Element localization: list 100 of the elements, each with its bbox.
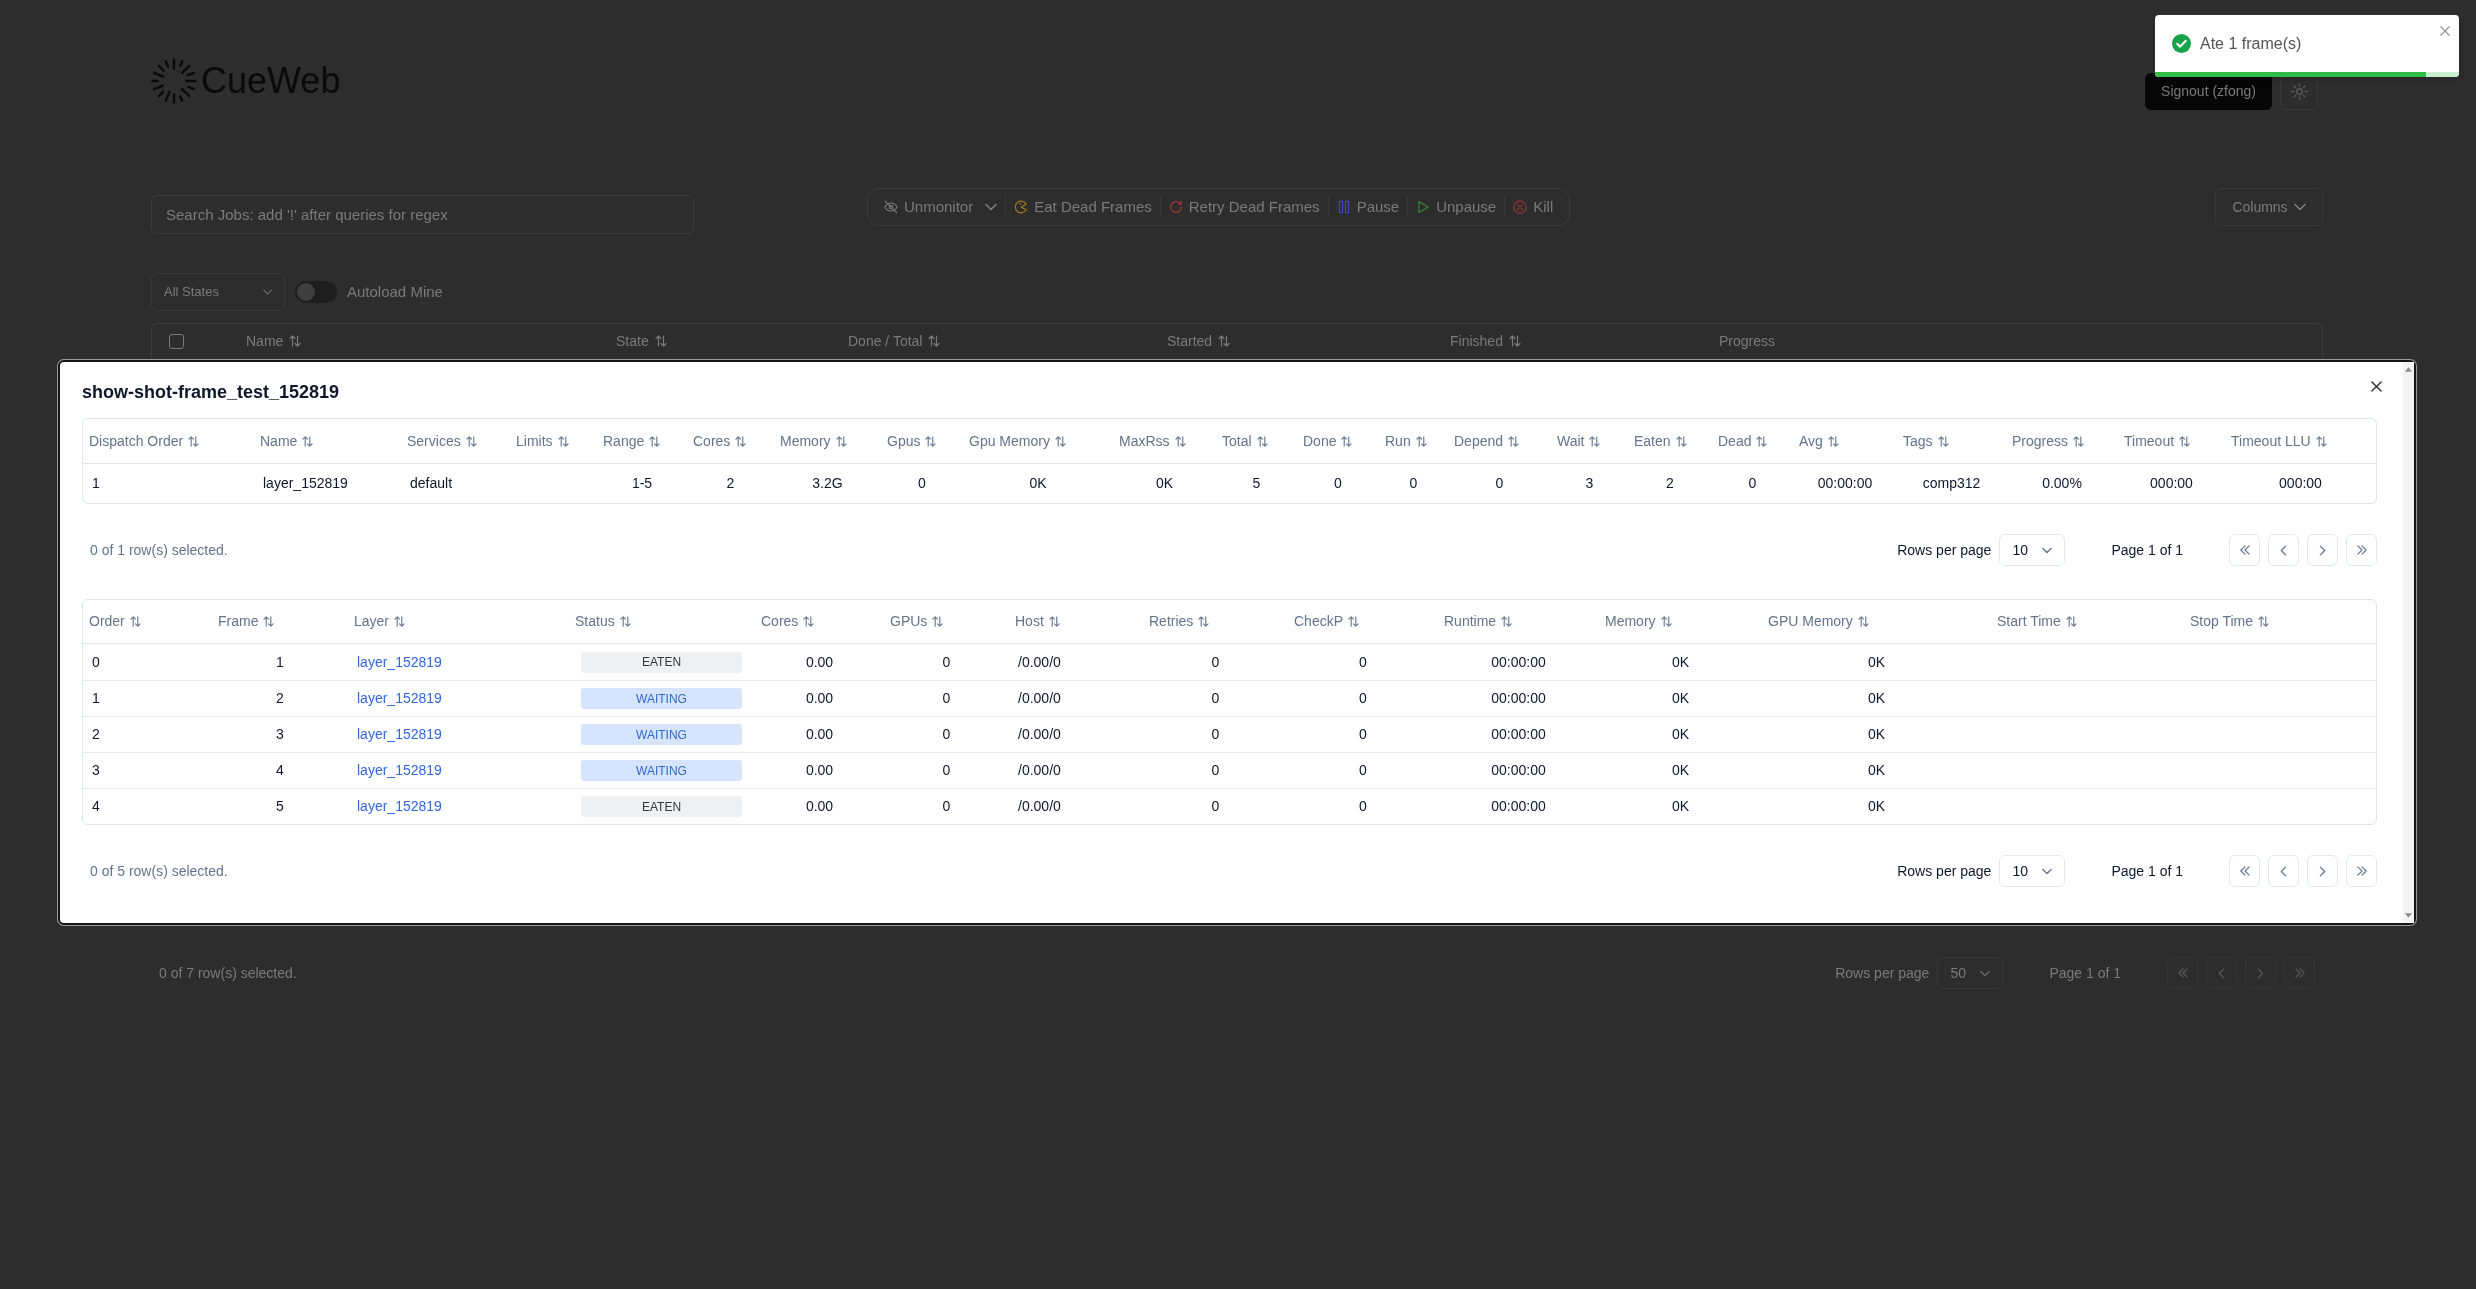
column-header[interactable]: Stop Time xyxy=(2190,611,2254,632)
column-header[interactable]: Start Time xyxy=(1997,611,2061,632)
status-badge: WAITING xyxy=(581,724,742,745)
column-header[interactable]: Runtime xyxy=(1444,611,1497,632)
column-header[interactable]: Gpu Memory xyxy=(969,430,1050,452)
table-cell-text: 0.00 xyxy=(805,725,834,744)
toolbar-button[interactable]: Unpause xyxy=(1416,192,1497,222)
close-button[interactable] xyxy=(2369,379,2383,393)
column-header[interactable]: Name xyxy=(246,330,284,352)
toast-message: Ate 1 frame(s) xyxy=(2200,33,2302,54)
column-header[interactable]: Done xyxy=(1303,430,1337,452)
toolbar-button[interactable]: Kill xyxy=(1513,192,1554,222)
table-cell-text: 000:00 xyxy=(2150,474,2193,493)
state-filter-select[interactable]: All States xyxy=(151,273,285,311)
sort-icon xyxy=(188,435,200,447)
sort-icon xyxy=(1660,616,1672,627)
layer-link[interactable]: layer_152819 xyxy=(357,724,442,745)
chevron-down-icon xyxy=(2293,203,2306,211)
layer-link[interactable]: layer_152819 xyxy=(357,688,442,709)
scroll-up-arrow-icon xyxy=(2405,367,2412,372)
column-header[interactable]: Run xyxy=(1385,430,1411,452)
table-cell-text: 2 xyxy=(1666,474,1674,493)
rows-per-page-select[interactable]: 50 xyxy=(1937,957,2004,989)
last-page-button[interactable] xyxy=(2284,957,2315,989)
column-header[interactable]: GPUs xyxy=(890,611,928,632)
select-all-checkbox[interactable] xyxy=(169,333,184,349)
column-header[interactable]: Dead xyxy=(1718,430,1752,452)
column-header[interactable]: Started xyxy=(1167,330,1213,352)
table-cell-text: 0K xyxy=(1867,797,1886,816)
sort-icon xyxy=(557,435,569,447)
toolbar-button[interactable]: Unmonitor xyxy=(884,192,998,222)
columns-button[interactable]: Columns xyxy=(2215,188,2323,226)
sort-icon xyxy=(1198,616,1210,627)
sort-icon xyxy=(465,435,477,447)
column-header[interactable]: Tags xyxy=(1903,430,1933,452)
column-header[interactable]: Dispatch Order xyxy=(89,430,184,452)
signout-button[interactable]: Signout (zfong) xyxy=(2145,73,2272,110)
column-header[interactable]: Host xyxy=(1015,611,1044,632)
table-cell-text: 3 xyxy=(276,725,284,744)
table-cell-text: 0 xyxy=(1211,652,1220,672)
sort-icon xyxy=(649,435,661,447)
rows-per-page-label: Rows per page xyxy=(1835,963,1930,983)
column-header[interactable]: CheckP xyxy=(1294,611,1344,632)
column-header[interactable]: Wait xyxy=(1557,430,1585,452)
rows-per-page-select[interactable]: 10 xyxy=(1999,855,2066,887)
column-header[interactable]: Retries xyxy=(1149,611,1194,632)
autoload-toggle[interactable] xyxy=(295,281,337,303)
chevron-down-icon xyxy=(1980,969,1991,977)
play-icon xyxy=(1416,200,1431,214)
column-header[interactable]: Depend xyxy=(1454,430,1504,452)
column-header[interactable]: Frame xyxy=(218,611,259,632)
column-header[interactable]: Memory xyxy=(780,430,831,452)
table-cell-text: 2 xyxy=(726,474,735,493)
table-cell-text: 1 xyxy=(92,474,100,493)
table-cell-text: /0.00/0 xyxy=(1018,797,1061,816)
search-field[interactable]: Search Jobs: add '!' after queries for regex xyxy=(151,195,694,234)
column-header[interactable]: Memory xyxy=(1605,611,1656,632)
selection-count: 0 of 7 row(s) selected. xyxy=(159,963,297,983)
column-header[interactable]: Total xyxy=(1222,430,1252,452)
column-header[interactable]: Name xyxy=(260,430,298,452)
table-cell-text: 0 xyxy=(1211,725,1220,744)
column-header[interactable]: Status xyxy=(575,611,615,632)
column-header[interactable]: Cores xyxy=(761,611,799,632)
table-cell-text: 0 xyxy=(1495,474,1504,493)
column-header[interactable]: Gpus xyxy=(887,430,921,452)
rows-per-page-select[interactable]: 10 xyxy=(1999,534,2066,566)
column-header[interactable]: Timeout LLU xyxy=(2231,430,2311,452)
column-header[interactable]: Done / Total xyxy=(848,330,923,352)
toolbar-button[interactable]: Eat Dead Frames xyxy=(1014,192,1152,222)
toolbar-button[interactable]: Pause xyxy=(1336,192,1400,222)
column-header[interactable]: Avg xyxy=(1799,430,1823,452)
column-header[interactable]: Cores xyxy=(693,430,731,452)
first-page-button[interactable] xyxy=(2167,957,2198,989)
table-cell-text: 4 xyxy=(92,797,100,816)
table-cell-text: 5 xyxy=(276,797,284,816)
eye-slash-icon xyxy=(884,200,898,214)
column-header[interactable]: MaxRss xyxy=(1119,430,1170,452)
column-header[interactable]: Timeout xyxy=(2124,430,2175,452)
column-header[interactable]: Progress xyxy=(2012,430,2069,452)
rotate-arrow-icon xyxy=(1168,200,1183,214)
column-header[interactable]: Limits xyxy=(516,430,553,452)
column-header[interactable]: Eaten xyxy=(1634,430,1671,452)
previous-page-button[interactable] xyxy=(2206,957,2237,989)
column-header[interactable]: Range xyxy=(603,430,645,452)
table-cell-text: 1 xyxy=(276,652,284,672)
layer-link[interactable]: layer_152819 xyxy=(357,760,442,781)
column-header[interactable]: Services xyxy=(407,430,461,452)
table-cell-text: 00:00:00 xyxy=(1491,652,1546,672)
table-cell-text: 1 xyxy=(92,689,100,708)
column-header[interactable]: Order xyxy=(89,611,125,632)
layer-link[interactable]: layer_152819 xyxy=(357,651,442,673)
layer-link[interactable]: layer_152819 xyxy=(357,796,442,817)
toolbar-button[interactable]: Retry Dead Frames xyxy=(1168,192,1320,222)
column-header[interactable]: State xyxy=(616,330,649,352)
table-cell-text: 0 xyxy=(1211,689,1220,708)
table-cell-text: 0 xyxy=(942,797,951,816)
column-header[interactable]: Finished xyxy=(1450,330,1503,352)
next-page-button[interactable] xyxy=(2245,957,2276,989)
column-header[interactable]: Layer xyxy=(354,611,390,632)
column-header[interactable]: GPU Memory xyxy=(1768,611,1853,632)
